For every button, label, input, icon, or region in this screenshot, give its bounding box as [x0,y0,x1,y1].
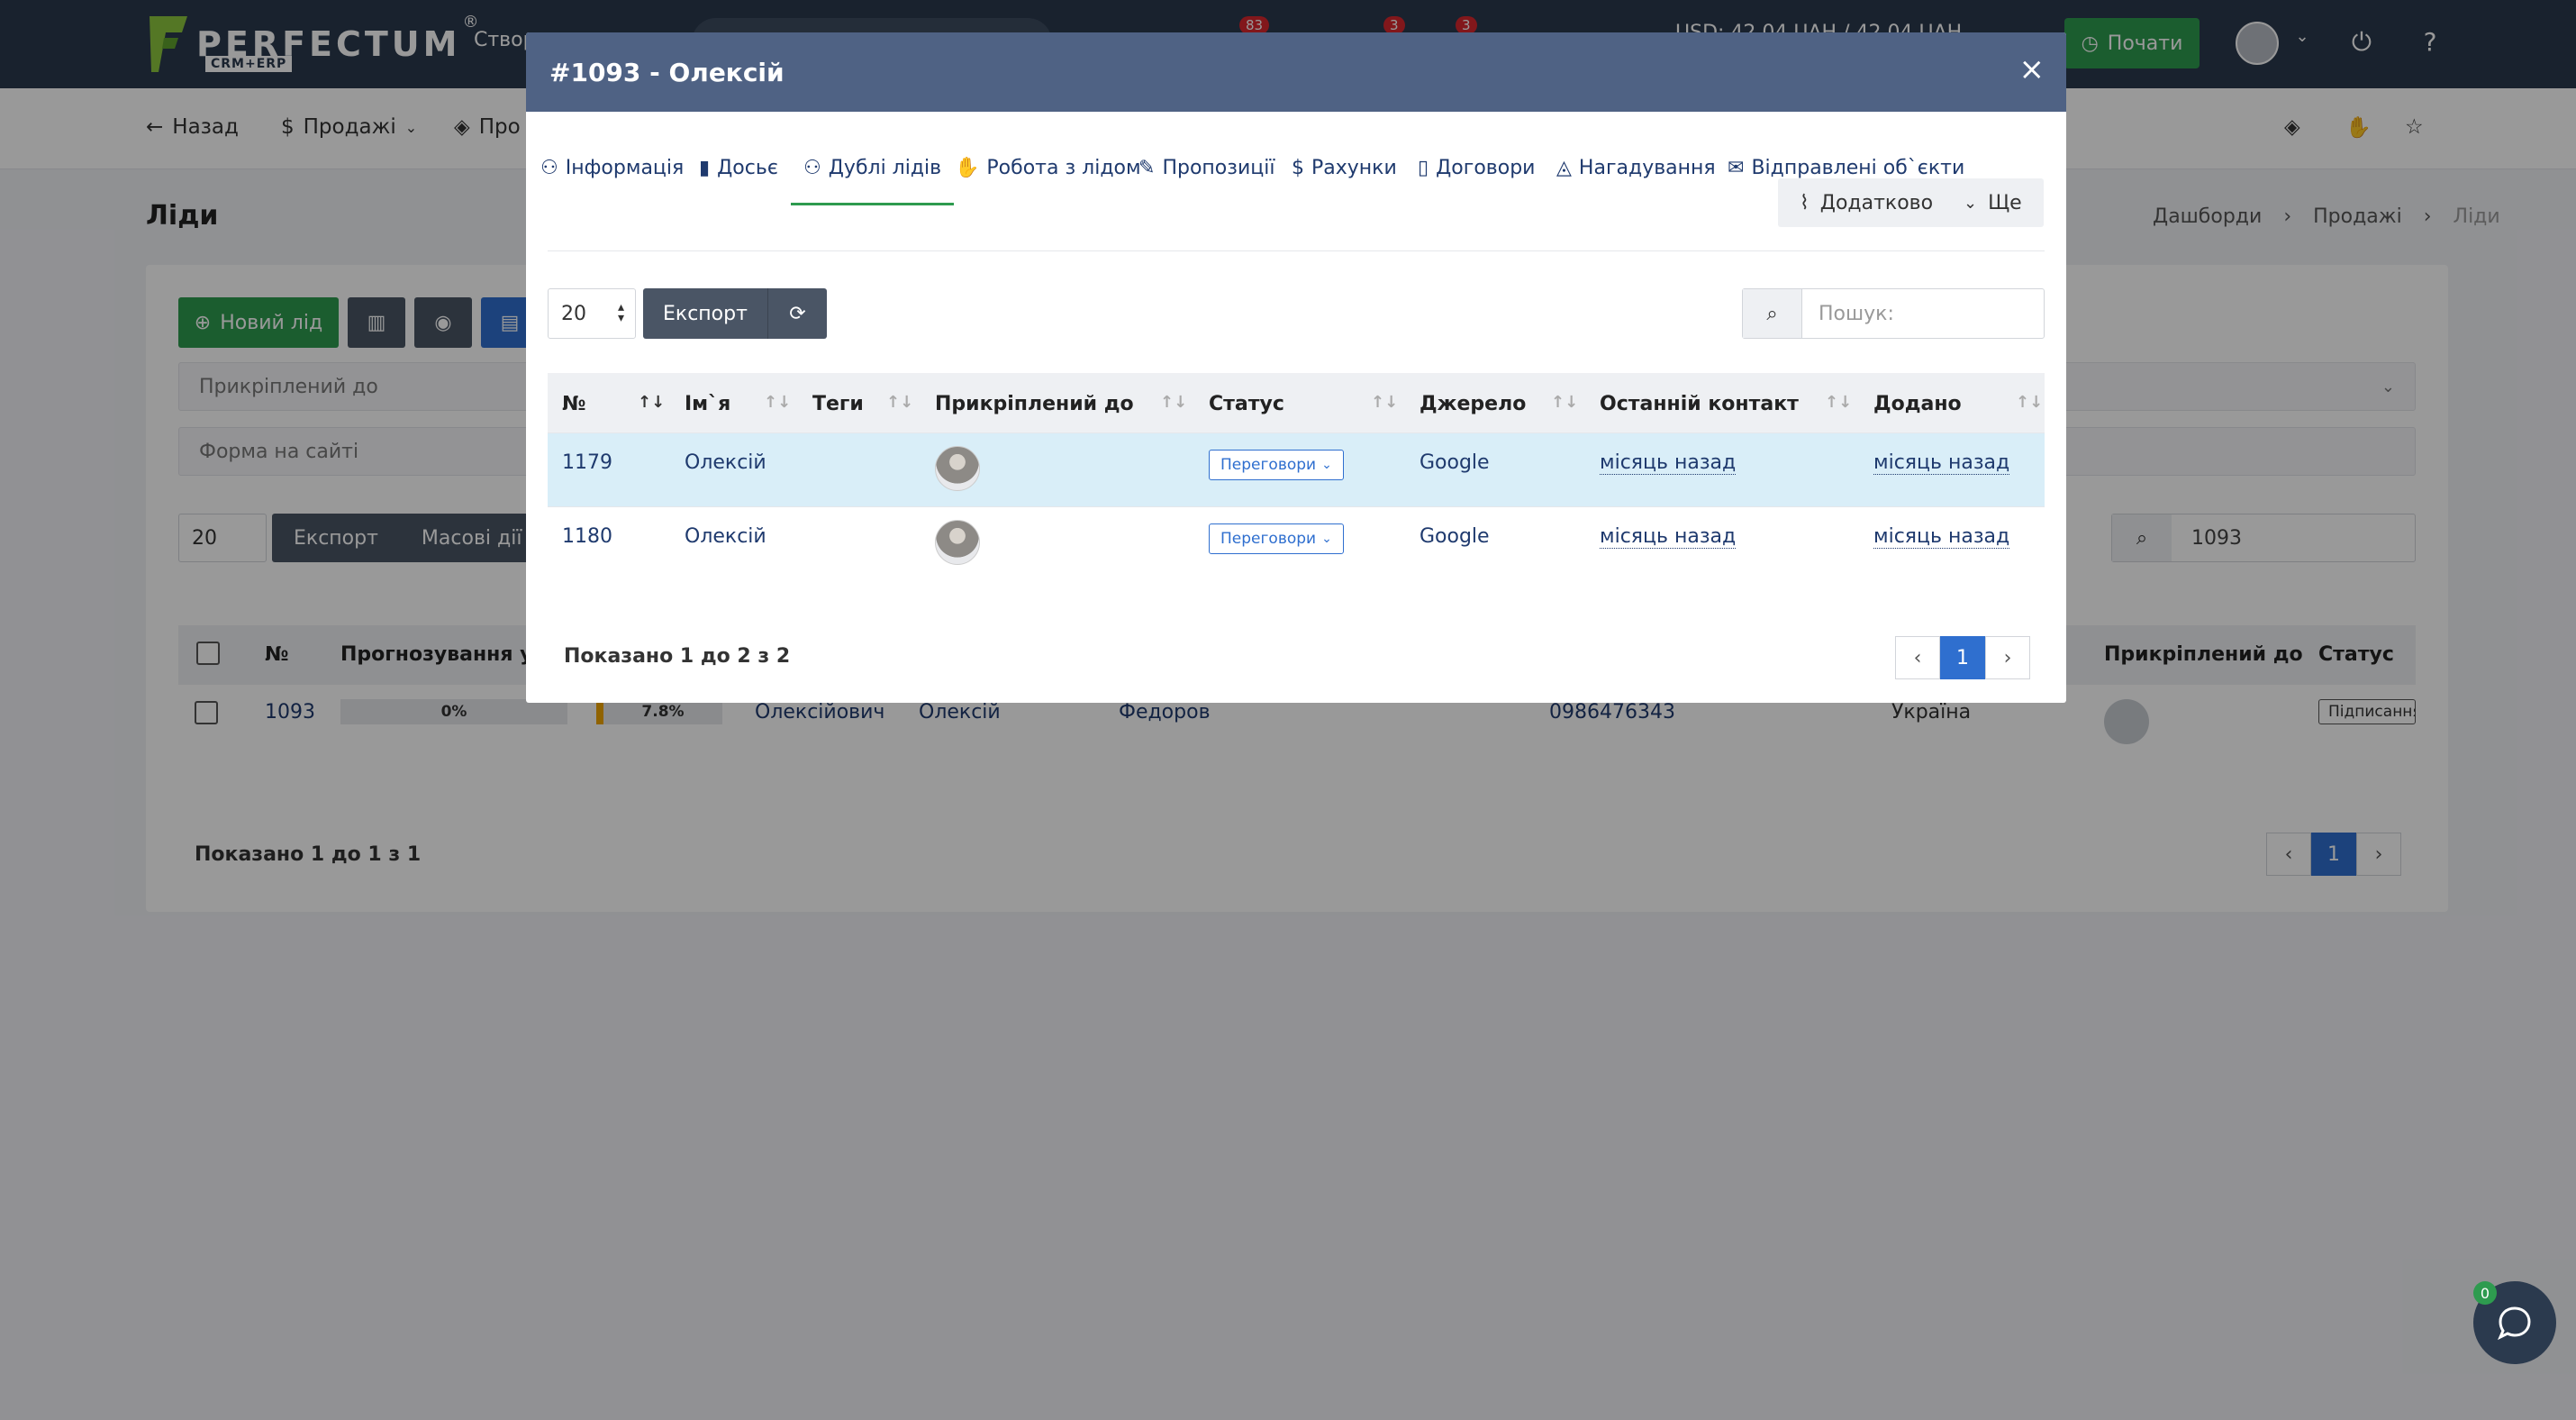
col-attached[interactable]: Прикріплений до [935,393,1134,415]
table-header: № ↑↓ Ім`я ↑↓ Теги ↑↓ Прикріплений до ↑↓ … [548,373,2045,432]
divider [548,250,2045,251]
refresh-icon[interactable]: ⟳ [766,288,827,339]
added-cell[interactable]: місяць назад [1873,451,2010,475]
sort-icon[interactable]: ↑↓ [1551,393,1578,412]
status-dropdown[interactable]: Переговори ⌄ [1209,450,1344,480]
col-name[interactable]: Ім`я [685,393,730,415]
duplicate-id-link[interactable]: 1179 [562,451,612,474]
tab-info-label: Інформація [565,157,685,179]
status-label: Переговори [1220,530,1317,548]
sort-icon[interactable]: ↑↓ [1160,393,1187,412]
tab-lead-work-label: Робота з лідом [986,157,1141,179]
tab-sent-objects[interactable]: ✉ Відправлені об`єкти [1728,157,1964,179]
tab-invoices-label: Рахунки [1311,157,1397,179]
duplicate-name-link[interactable]: Олексій [685,525,766,548]
hand-icon: ✋ [955,157,980,179]
attached-avatar[interactable] [935,520,980,565]
col-number[interactable]: № [562,393,585,415]
more-button-label: Ще [1988,191,2022,214]
chevron-down-icon: ⌄ [1321,458,1332,472]
chat-bubble-icon [2498,1306,2531,1341]
file-icon: ▯ [1418,157,1429,179]
tab-contracts[interactable]: ▯ Договори [1418,157,1535,179]
table-row: 1179 Олексій Переговори ⌄ Google місяць … [548,432,2045,506]
added-cell[interactable]: місяць назад [1873,525,2010,549]
paperclip-icon: ⌇ [1800,191,1810,214]
sort-icon[interactable]: ↑↓ [1825,393,1852,412]
tab-dossier-label: Досьє [717,157,778,179]
additional-button[interactable]: ⌇ Додатково [1778,178,1955,227]
sort-icon[interactable]: ↑↓ [764,393,791,412]
status-label: Переговори [1220,456,1317,474]
tab-sent-objects-label: Відправлені об`єкти [1751,157,1965,179]
tab-invoices[interactable]: $ Рахунки [1292,157,1397,179]
bell-icon: ◬ [1556,157,1572,179]
duplicates-table: № ↑↓ Ім`я ↑↓ Теги ↑↓ Прикріплений до ↑↓ … [548,373,2045,580]
chat-badge: 0 [2473,1281,2497,1305]
prev-page-button[interactable]: ‹ [1895,636,1940,679]
col-tags[interactable]: Теги [812,393,864,415]
sort-icon[interactable]: ↑↓ [2016,393,2043,412]
dollar-icon: $ [1292,157,1304,179]
pencil-icon: ✎ [1138,157,1156,179]
modal-title: #1093 - Олексій [549,58,785,87]
attached-avatar[interactable] [935,446,980,491]
source-cell: Google [1420,451,1490,474]
last-contact-cell[interactable]: місяць назад [1600,525,1737,549]
tab-info[interactable]: ⚇ Інформація [540,157,684,179]
next-page-button[interactable]: › [1985,636,2030,679]
col-status[interactable]: Статус [1209,393,1284,415]
search-icon: ⌕ [1743,289,1802,338]
sort-caret-icon: ▴ ▾ [617,300,624,325]
export-button[interactable]: Експорт [643,303,767,325]
chevron-down-icon: ⌄ [1964,193,1978,213]
page-1-button[interactable]: 1 [1940,636,1985,679]
sort-icon[interactable]: ↑↓ [1371,393,1398,412]
tab-proposals-label: Пропозиції [1162,157,1275,179]
more-button[interactable]: ⌄ Ще [1942,178,2044,227]
last-contact-cell[interactable]: місяць назад [1600,451,1737,475]
tab-duplicates-label: Дублі лідів [828,157,942,179]
close-icon[interactable]: × [2019,54,2045,85]
lead-modal: #1093 - Олексій × ⚇ Інформація ▮ Досьє ⚇… [526,32,2066,703]
table-row: 1180 Олексій Переговори ⌄ Google місяць … [548,506,2045,580]
tab-proposals[interactable]: ✎ Пропозиції [1138,157,1274,179]
sort-icon[interactable]: ↑↓ [886,393,913,412]
tab-reminders-label: Нагадування [1578,157,1716,179]
col-added[interactable]: Додано [1873,393,1962,415]
duplicate-id-link[interactable]: 1180 [562,525,612,548]
chevron-down-icon: ⌄ [1321,532,1332,546]
tab-duplicates[interactable]: ⚇ Дублі лідів [791,157,955,205]
search-input[interactable] [1802,302,2036,325]
duplicates-search: ⌕ [1742,288,2045,339]
source-cell: Google [1420,525,1490,548]
sort-asc-icon[interactable]: ↑↓ [638,393,665,412]
tab-reminders[interactable]: ◬ Нагадування [1556,157,1716,179]
status-dropdown[interactable]: Переговори ⌄ [1209,523,1344,554]
export-group: Експорт ⟳ [643,288,827,339]
additional-button-label: Додатково [1819,191,1934,214]
col-source[interactable]: Джерело [1420,393,1526,415]
tab-dossier[interactable]: ▮ Досьє [699,157,778,179]
user-icon: ⚇ [540,157,558,179]
tab-contracts-label: Договори [1436,157,1536,179]
duplicates-pagination: ‹ 1 › [1895,636,2030,679]
duplicate-name-link[interactable]: Олексій [685,451,766,474]
modal-header: #1093 - Олексій × [526,32,2066,112]
col-last-contact[interactable]: Останній контакт [1600,393,1799,415]
tab-lead-work[interactable]: ✋ Робота з лідом [955,157,1141,179]
page-size-select[interactable]: 20 ▴ ▾ [548,288,636,339]
envelope-icon: ✉ [1728,157,1745,179]
page-size-value: 20 [561,302,586,325]
book-icon: ▮ [699,157,711,179]
duplicates-table-info: Показано 1 до 2 з 2 [564,645,791,668]
users-icon: ⚇ [803,157,821,179]
